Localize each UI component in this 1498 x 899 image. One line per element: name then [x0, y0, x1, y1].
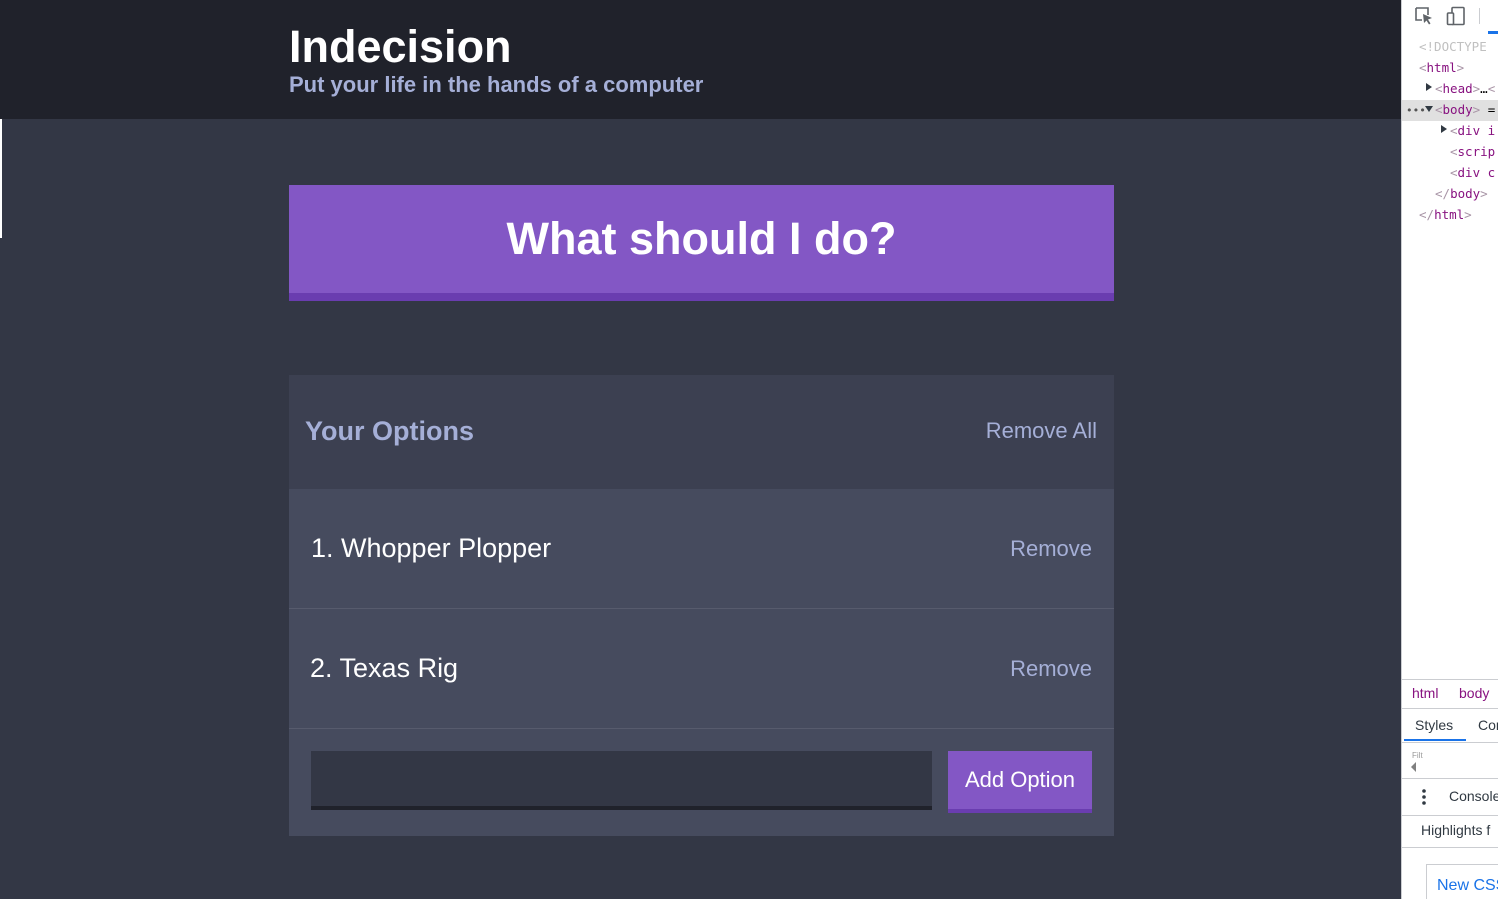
dom-tree-node[interactable]: <div i: [1441, 120, 1496, 141]
dom-token: <: [1419, 60, 1427, 75]
dom-breadcrumbs: html body: [1402, 679, 1498, 708]
inspect-element-icon[interactable]: [1414, 6, 1434, 26]
dom-token: <: [1435, 102, 1443, 117]
remove-all-button[interactable]: Remove All: [986, 418, 1097, 444]
dom-tree-node[interactable]: </body>: [1435, 183, 1488, 204]
scroll-left-icon[interactable]: [1411, 762, 1417, 772]
dom-token: </: [1419, 207, 1435, 222]
dom-tree-node[interactable]: <head>…<: [1426, 78, 1496, 99]
dom-tree-node[interactable]: <html>: [1419, 57, 1464, 78]
dom-token: <: [1487, 81, 1496, 96]
dom-token: =: [1480, 102, 1496, 117]
expand-triangle-icon[interactable]: [1441, 125, 1447, 133]
add-option-button[interactable]: Add Option: [948, 751, 1092, 813]
dom-tree-node[interactable]: <div c: [1450, 162, 1495, 183]
tab-computed[interactable]: Cor: [1478, 717, 1498, 733]
dom-token: </: [1435, 186, 1451, 201]
devtools-panel: ••• <!DOCTYPE <html> <head>…< <body> = <div …: [1401, 0, 1498, 899]
options-widget: Your Options Remove All 1. Whopper Plopp…: [289, 375, 1114, 836]
device-toolbar-icon[interactable]: [1446, 6, 1466, 26]
app-header: Indecision Put your life in the hands of…: [0, 0, 1401, 119]
filter-input-placeholder[interactable]: Filt: [1412, 751, 1423, 760]
dom-node-actions-icon[interactable]: •••: [1406, 100, 1426, 121]
active-tab-indicator: [1404, 739, 1466, 741]
dom-token: …: [1480, 81, 1488, 96]
highlights-message: Highlights f: [1421, 822, 1491, 838]
dom-token: <: [1450, 144, 1458, 159]
remove-option-button[interactable]: Remove: [1010, 536, 1092, 562]
remove-option-button[interactable]: Remove: [1010, 656, 1092, 682]
option-text: 1. Whopper Plopper: [311, 533, 552, 563]
drawer-tab-console[interactable]: Console: [1449, 788, 1498, 804]
dom-token: scrip: [1457, 144, 1496, 159]
dom-tree-node[interactable]: </html>: [1419, 204, 1472, 225]
expand-triangle-icon[interactable]: [1426, 83, 1432, 91]
drawer-tab-bar: Console: [1402, 779, 1498, 816]
app-title: Indecision: [289, 21, 512, 72]
breadcrumb-html[interactable]: html: [1412, 685, 1438, 701]
toolbar-separator: [1479, 8, 1480, 24]
options-widget-title: Your Options: [305, 416, 474, 446]
active-panel-indicator: [1488, 31, 1498, 34]
dom-token: <: [1450, 165, 1458, 180]
dom-token: <: [1450, 123, 1458, 138]
collapse-triangle-icon[interactable]: [1425, 106, 1433, 112]
styles-filter-bar: Filt: [1402, 742, 1498, 779]
drawer-separator: [1402, 847, 1498, 848]
dom-token: html: [1426, 60, 1457, 75]
dom-token: >: [1464, 207, 1472, 222]
dom-tree-node[interactable]: <body> =: [1425, 99, 1496, 120]
breadcrumb-body[interactable]: body: [1459, 685, 1489, 701]
app-viewport: Indecision Put your life in the hands of…: [0, 0, 1401, 899]
dom-token: body: [1450, 186, 1481, 201]
dom-token: <: [1435, 81, 1443, 96]
option-row: 1. Whopper Plopper Remove: [289, 489, 1114, 609]
what-should-i-do-button[interactable]: What should I do?: [289, 185, 1114, 301]
devtools-toolbar: [1402, 0, 1498, 34]
new-css-button[interactable]: New CSS: [1426, 864, 1498, 899]
dom-token: >: [1456, 60, 1465, 75]
add-option-form: Add Option: [289, 729, 1114, 836]
dom-tree-node[interactable]: <!DOCTYPE: [1419, 36, 1487, 57]
dom-token: div i: [1457, 123, 1496, 138]
dom-tree-node[interactable]: <scrip: [1450, 141, 1495, 162]
option-row: 2. Texas Rig Remove: [289, 609, 1114, 729]
dom-token: >: [1480, 186, 1488, 201]
more-options-icon[interactable]: [1416, 788, 1432, 806]
dom-token: div c: [1457, 165, 1496, 180]
app-subtitle: Put your life in the hands of a computer: [289, 72, 704, 97]
dom-token: head: [1442, 81, 1473, 96]
dom-token: <!DOCTYPE: [1419, 39, 1487, 54]
add-option-input[interactable]: [311, 751, 932, 810]
devtools-sidebar-tabs: Styles Cor: [1402, 708, 1498, 743]
dom-token: body: [1442, 102, 1473, 117]
tab-styles[interactable]: Styles: [1415, 717, 1453, 733]
option-text: 2. Texas Rig: [310, 653, 459, 683]
dom-token: html: [1434, 207, 1465, 222]
options-widget-header: Your Options Remove All: [289, 375, 1114, 489]
